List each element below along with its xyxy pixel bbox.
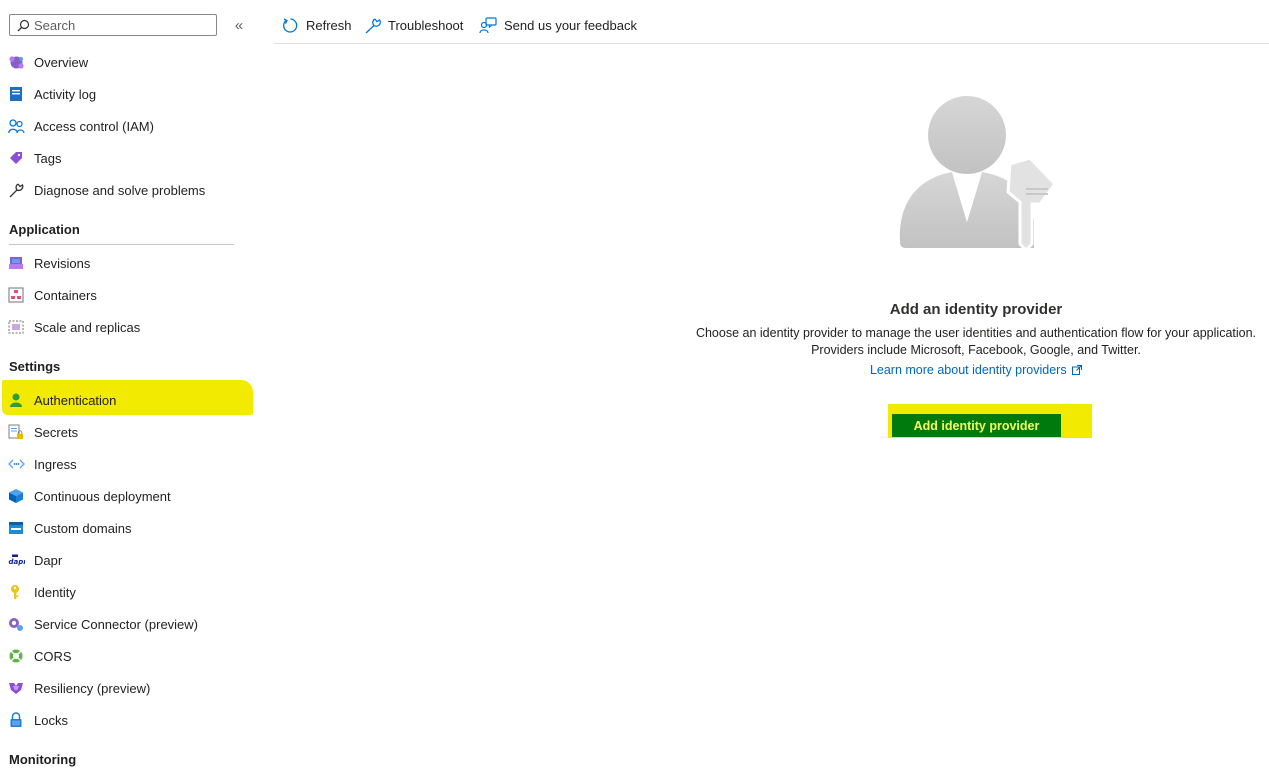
sidebar-item-revisions[interactable]: Revisions [0,249,252,277]
sidebar-item-label: Resiliency (preview) [34,680,151,696]
learn-more-label: Learn more about identity providers [869,363,1067,377]
people-icon [7,117,25,135]
learn-more-link[interactable]: Learn more about identity providers [676,363,1269,378]
description-line-2: Providers include Microsoft, Facebook, G… [811,343,1141,357]
section-header-application: Application [9,222,80,237]
sidebar-item-access-control[interactable]: Access control (IAM) [0,112,252,140]
command-bar: Refresh Troubleshoot Send us your feedba… [274,0,1269,44]
resiliency-icon [7,679,25,697]
sidebar-item-identity[interactable]: Identity [0,578,252,606]
sidebar-item-cors[interactable]: CORS [0,642,252,670]
sidebar-item-activity-log[interactable]: Activity log [0,80,252,108]
refresh-button[interactable]: Refresh [280,14,352,36]
section-header-monitoring: Monitoring [9,752,77,767]
sidebar-item-label: Custom domains [34,520,132,536]
scale-icon [7,318,25,336]
cors-icon [7,647,25,665]
double-chevron-left-icon: « [234,16,244,34]
sidebar-item-service-connector[interactable]: Service Connector (preview) [0,610,252,638]
ingress-icon [7,455,25,473]
description-line-1: Choose an identity provider to manage th… [695,326,1257,340]
identity-key-icon [7,583,25,601]
sidebar-item-label: Containers [34,287,97,303]
empty-state-description: Choose an identity provider to manage th… [676,325,1269,359]
sidebar-item-label: CORS [34,648,72,664]
sidebar-item-resiliency[interactable]: Resiliency (preview) [0,674,252,702]
troubleshoot-button[interactable]: Troubleshoot [362,14,463,36]
activity-log-icon [7,85,25,103]
secrets-icon [7,423,25,441]
sidebar-item-continuous-deployment[interactable]: Continuous deployment [0,482,252,510]
feedback-label: Send us your feedback [504,17,637,33]
sidebar-item-label: Locks [34,712,68,728]
sidebar-item-label: Ingress [34,456,77,472]
containers-icon [7,286,25,304]
svg-text:dapr: dapr [8,558,25,566]
sidebar-item-label: Identity [34,584,76,600]
dapr-icon: dapr [7,551,25,569]
sidebar-item-label: Scale and replicas [34,319,141,335]
sidebar-item-secrets[interactable]: Secrets [0,418,252,446]
troubleshoot-label: Troubleshoot [388,17,464,33]
sidebar-item-locks[interactable]: Locks [0,706,252,734]
search-input[interactable] [32,17,204,33]
sidebar-item-label: Revisions [34,255,91,271]
sidebar-item-containers[interactable]: Containers [0,281,252,309]
sidebar-item-label: Authentication [34,392,117,408]
app-root: « Overview Activity l [0,0,1269,769]
external-link-icon [1072,364,1083,378]
search-icon [14,15,32,35]
lock-icon [7,711,25,729]
add-identity-provider-button[interactable]: Add identity provider [892,414,1061,437]
sidebar-item-scale[interactable]: Scale and replicas [0,313,252,341]
sidebar-item-label: Service Connector (preview) [34,616,199,632]
feedback-button[interactable]: Send us your feedback [478,14,637,36]
sidebar-item-tags[interactable]: Tags [0,144,252,172]
collapse-sidebar-button[interactable]: « [230,15,248,35]
sidebar-item-label: Diagnose and solve problems [34,182,206,198]
sidebar-item-diagnose[interactable]: Diagnose and solve problems [0,176,252,204]
sidebar-item-dapr[interactable]: dapr Dapr [0,546,252,574]
sidebar-item-label: Overview [34,54,89,70]
troubleshoot-wrench-icon [362,15,382,35]
sidebar-item-custom-domains[interactable]: Custom domains [0,514,252,542]
sidebar-item-overview[interactable]: Overview [0,48,252,76]
sidebar-item-label: Access control (IAM) [34,118,154,134]
sidebar-item-label: Continuous deployment [34,488,171,504]
sidebar: « Overview Activity l [0,0,258,769]
custom-domains-icon [7,519,25,537]
identity-provider-illustration [890,92,1060,254]
authentication-icon [7,391,25,409]
search-box[interactable] [9,14,217,36]
sidebar-item-authentication[interactable]: Authentication [0,386,252,414]
sidebar-item-label: Dapr [34,552,63,568]
refresh-label: Refresh [306,17,352,33]
revisions-icon [7,254,25,272]
deployment-cube-icon [7,487,25,505]
sidebar-item-label: Secrets [34,424,79,440]
sidebar-item-label: Activity log [34,86,97,102]
section-divider [9,244,234,245]
service-connector-icon [7,615,25,633]
overview-icon [7,53,25,71]
empty-state-title: Add an identity provider [889,301,1063,318]
tag-icon [7,149,25,167]
section-header-settings: Settings [9,359,61,374]
refresh-icon [280,15,300,35]
wrench-icon [7,181,25,199]
sidebar-item-label: Tags [34,150,62,166]
sidebar-item-ingress[interactable]: Ingress [0,450,252,478]
feedback-person-icon [478,15,498,35]
